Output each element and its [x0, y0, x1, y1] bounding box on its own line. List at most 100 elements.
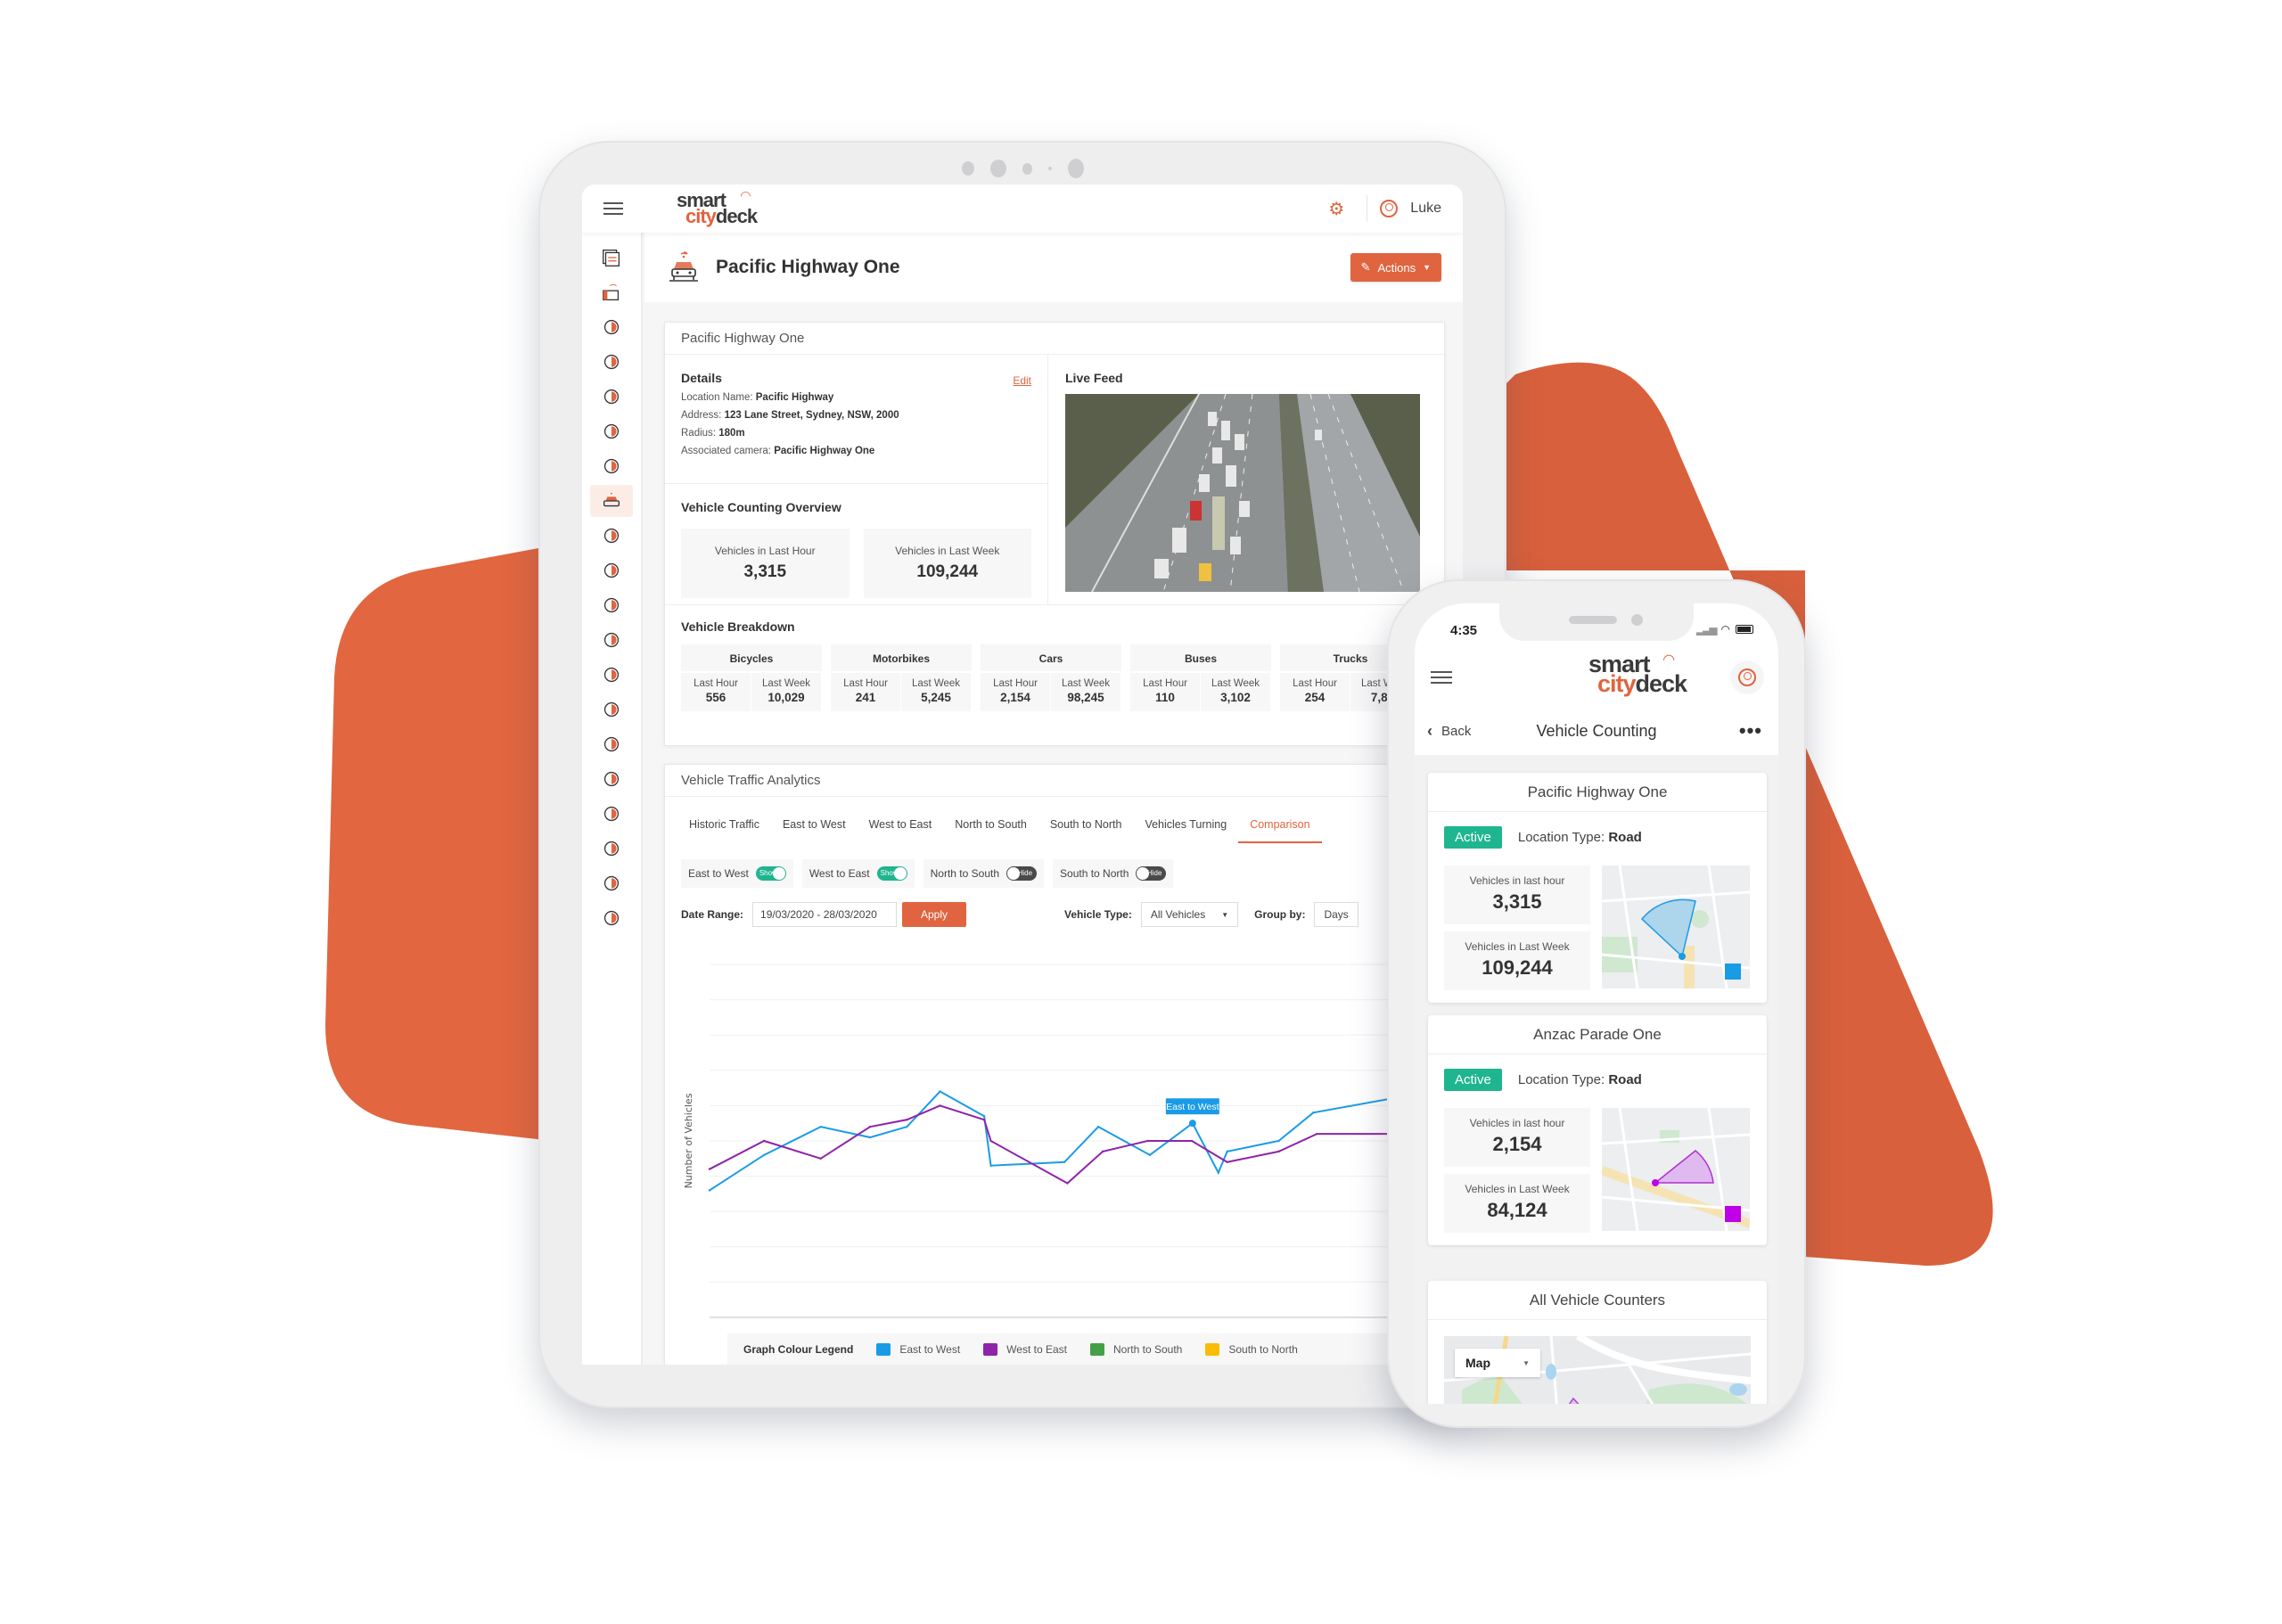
user-name[interactable]: Luke	[1410, 201, 1441, 217]
edit-details-link[interactable]: Edit	[1013, 374, 1031, 387]
data-point[interactable]	[708, 1168, 711, 1170]
sidebar-item-pipe-sensor[interactable]	[590, 693, 633, 726]
sidebar-item-display-board[interactable]	[590, 728, 633, 760]
data-point[interactable]	[906, 1119, 908, 1121]
data-point[interactable]	[762, 1139, 766, 1143]
data-point[interactable]	[819, 1157, 822, 1160]
data-point[interactable]	[1277, 1150, 1280, 1153]
phone-notch	[1499, 603, 1694, 641]
data-point[interactable]	[819, 1125, 822, 1128]
location-mini-map[interactable]	[1602, 1108, 1750, 1231]
all-counters-map[interactable]: Map ▼	[1444, 1336, 1751, 1404]
tab-vehicles-turning[interactable]: Vehicles Turning	[1133, 809, 1238, 843]
vehicle-counter-card[interactable]: Anzac Parade One Active Location Type: R…	[1428, 1015, 1767, 1245]
water-level-icon	[603, 562, 620, 578]
tab-east-to-west[interactable]: East to West	[771, 809, 858, 843]
toggle-switch[interactable]: Show	[755, 866, 786, 881]
tab-comparison[interactable]: Comparison	[1238, 809, 1322, 843]
apply-button[interactable]: Apply	[902, 902, 967, 927]
sidebar-item-ear-sensor[interactable]	[590, 311, 633, 343]
data-point[interactable]	[989, 1139, 992, 1143]
location-mini-map[interactable]	[1602, 865, 1750, 988]
live-feed-camera-image[interactable]	[1065, 394, 1420, 592]
data-point[interactable]	[868, 1136, 872, 1139]
map-marker-square	[1725, 964, 1741, 980]
toggle-switch[interactable]: Show	[876, 866, 907, 881]
date-range-input[interactable]	[752, 902, 898, 927]
tab-west-to-east[interactable]: West to East	[858, 809, 944, 843]
data-point[interactable]	[1312, 1111, 1315, 1114]
plant-sensor-icon	[603, 875, 620, 891]
smartcitydeck-logo[interactable]: smart citydeck ◠	[1588, 652, 1687, 695]
data-point[interactable]	[1148, 1153, 1152, 1157]
user-profile-button[interactable]	[1730, 660, 1764, 694]
sidebar-item-water-drops[interactable]	[590, 381, 633, 413]
phone-app-header: smart citydeck ◠	[1415, 648, 1778, 707]
data-point[interactable]	[1190, 1139, 1194, 1143]
data-point[interactable]	[989, 1164, 992, 1167]
map-type-select[interactable]: Map ▼	[1455, 1349, 1540, 1377]
phone-nav-bar: ‹ Back Vehicle Counting •••	[1415, 707, 1778, 755]
data-point[interactable]	[762, 1153, 766, 1157]
data-point[interactable]	[939, 1104, 941, 1107]
sidebar-item-people-counting[interactable]	[590, 450, 633, 482]
data-point[interactable]	[939, 1090, 941, 1093]
all-vehicle-counters-card: All Vehicle Counters Map ▼	[1428, 1281, 1767, 1404]
data-point[interactable]	[982, 1115, 986, 1118]
group-by-select[interactable]: Days	[1314, 902, 1359, 927]
sidebar-item-water-level[interactable]	[590, 554, 633, 586]
sidebar-item-smart-bin[interactable]	[590, 415, 633, 447]
data-point[interactable]	[1066, 1182, 1069, 1185]
smartcitydeck-logo[interactable]: smart citydeck ◠	[677, 189, 758, 226]
data-point[interactable]	[708, 1189, 711, 1192]
data-point[interactable]	[1096, 1125, 1100, 1128]
status-badge: Active	[1444, 826, 1502, 849]
sidebar-item-thermometer[interactable]	[590, 589, 633, 621]
sidebar-item-plant-sensor[interactable]	[590, 867, 633, 899]
sidebar-item-dashboard-pages[interactable]	[590, 242, 633, 274]
data-point[interactable]	[1063, 1161, 1066, 1163]
vehicle-type-select[interactable]: All Vehicles ▼	[1140, 902, 1239, 927]
map-tiles	[1602, 1108, 1750, 1231]
user-avatar-icon[interactable]	[1380, 200, 1399, 217]
vehicle-counter-card[interactable]: Pacific Highway One Active Location Type…	[1428, 773, 1767, 1003]
sidebar-item-laptop-alert[interactable]	[590, 902, 633, 934]
highlighted-point[interactable]	[1188, 1120, 1196, 1128]
sidebar-item-sun-radiation[interactable]	[590, 659, 633, 691]
location-type-value: Road	[1608, 1072, 1642, 1087]
data-point[interactable]	[1146, 1139, 1149, 1143]
tab-south-to-north[interactable]: South to North	[1038, 809, 1134, 843]
menu-icon[interactable]	[1431, 671, 1452, 684]
sidebar-item-bbq[interactable]	[590, 833, 633, 865]
tab-historic-traffic[interactable]: Historic Traffic	[677, 809, 771, 843]
detail-row: Associated camera: Pacific Highway One	[681, 446, 1031, 456]
data-point[interactable]	[1277, 1139, 1280, 1143]
data-point[interactable]	[1226, 1150, 1228, 1153]
data-point[interactable]	[1316, 1132, 1318, 1136]
sidebar-item-traffic-light-car[interactable]	[590, 798, 633, 830]
sidebar-item-parking-sensor[interactable]	[590, 346, 633, 378]
legend-item: West to East	[983, 1343, 1067, 1357]
y-axis-label: Number of Vehicles	[683, 1093, 694, 1188]
more-options-icon[interactable]: •••	[1739, 719, 1762, 742]
sidebar-item-area-frame[interactable]	[590, 624, 633, 656]
settings-gear-icon[interactable]: ⚙	[1318, 198, 1354, 220]
back-button[interactable]: ‹ Back	[1427, 722, 1471, 741]
data-point[interactable]	[1101, 1150, 1104, 1153]
toggle-switch[interactable]: Hide	[1136, 866, 1167, 881]
tab-north-to-south[interactable]: North to South	[943, 809, 1038, 843]
series-line-west-to-east[interactable]	[709, 1104, 1444, 1185]
detail-label: Location Name:	[681, 392, 753, 403]
data-point[interactable]	[1217, 1171, 1219, 1174]
sidebar-item-factory[interactable]	[590, 276, 633, 308]
sidebar-item-location-pin[interactable]	[590, 763, 633, 795]
data-point[interactable]	[906, 1125, 908, 1128]
toggle-switch[interactable]: Hide	[1006, 866, 1038, 881]
menu-icon[interactable]	[603, 202, 623, 215]
actions-dropdown-button[interactable]: ✎ Actions ▼	[1350, 253, 1441, 282]
sidebar-item-vehicle-counting[interactable]	[590, 485, 633, 517]
data-point[interactable]	[982, 1119, 986, 1121]
data-point[interactable]	[868, 1125, 872, 1128]
sidebar-item-fire[interactable]	[590, 520, 633, 552]
data-point[interactable]	[1226, 1161, 1228, 1163]
